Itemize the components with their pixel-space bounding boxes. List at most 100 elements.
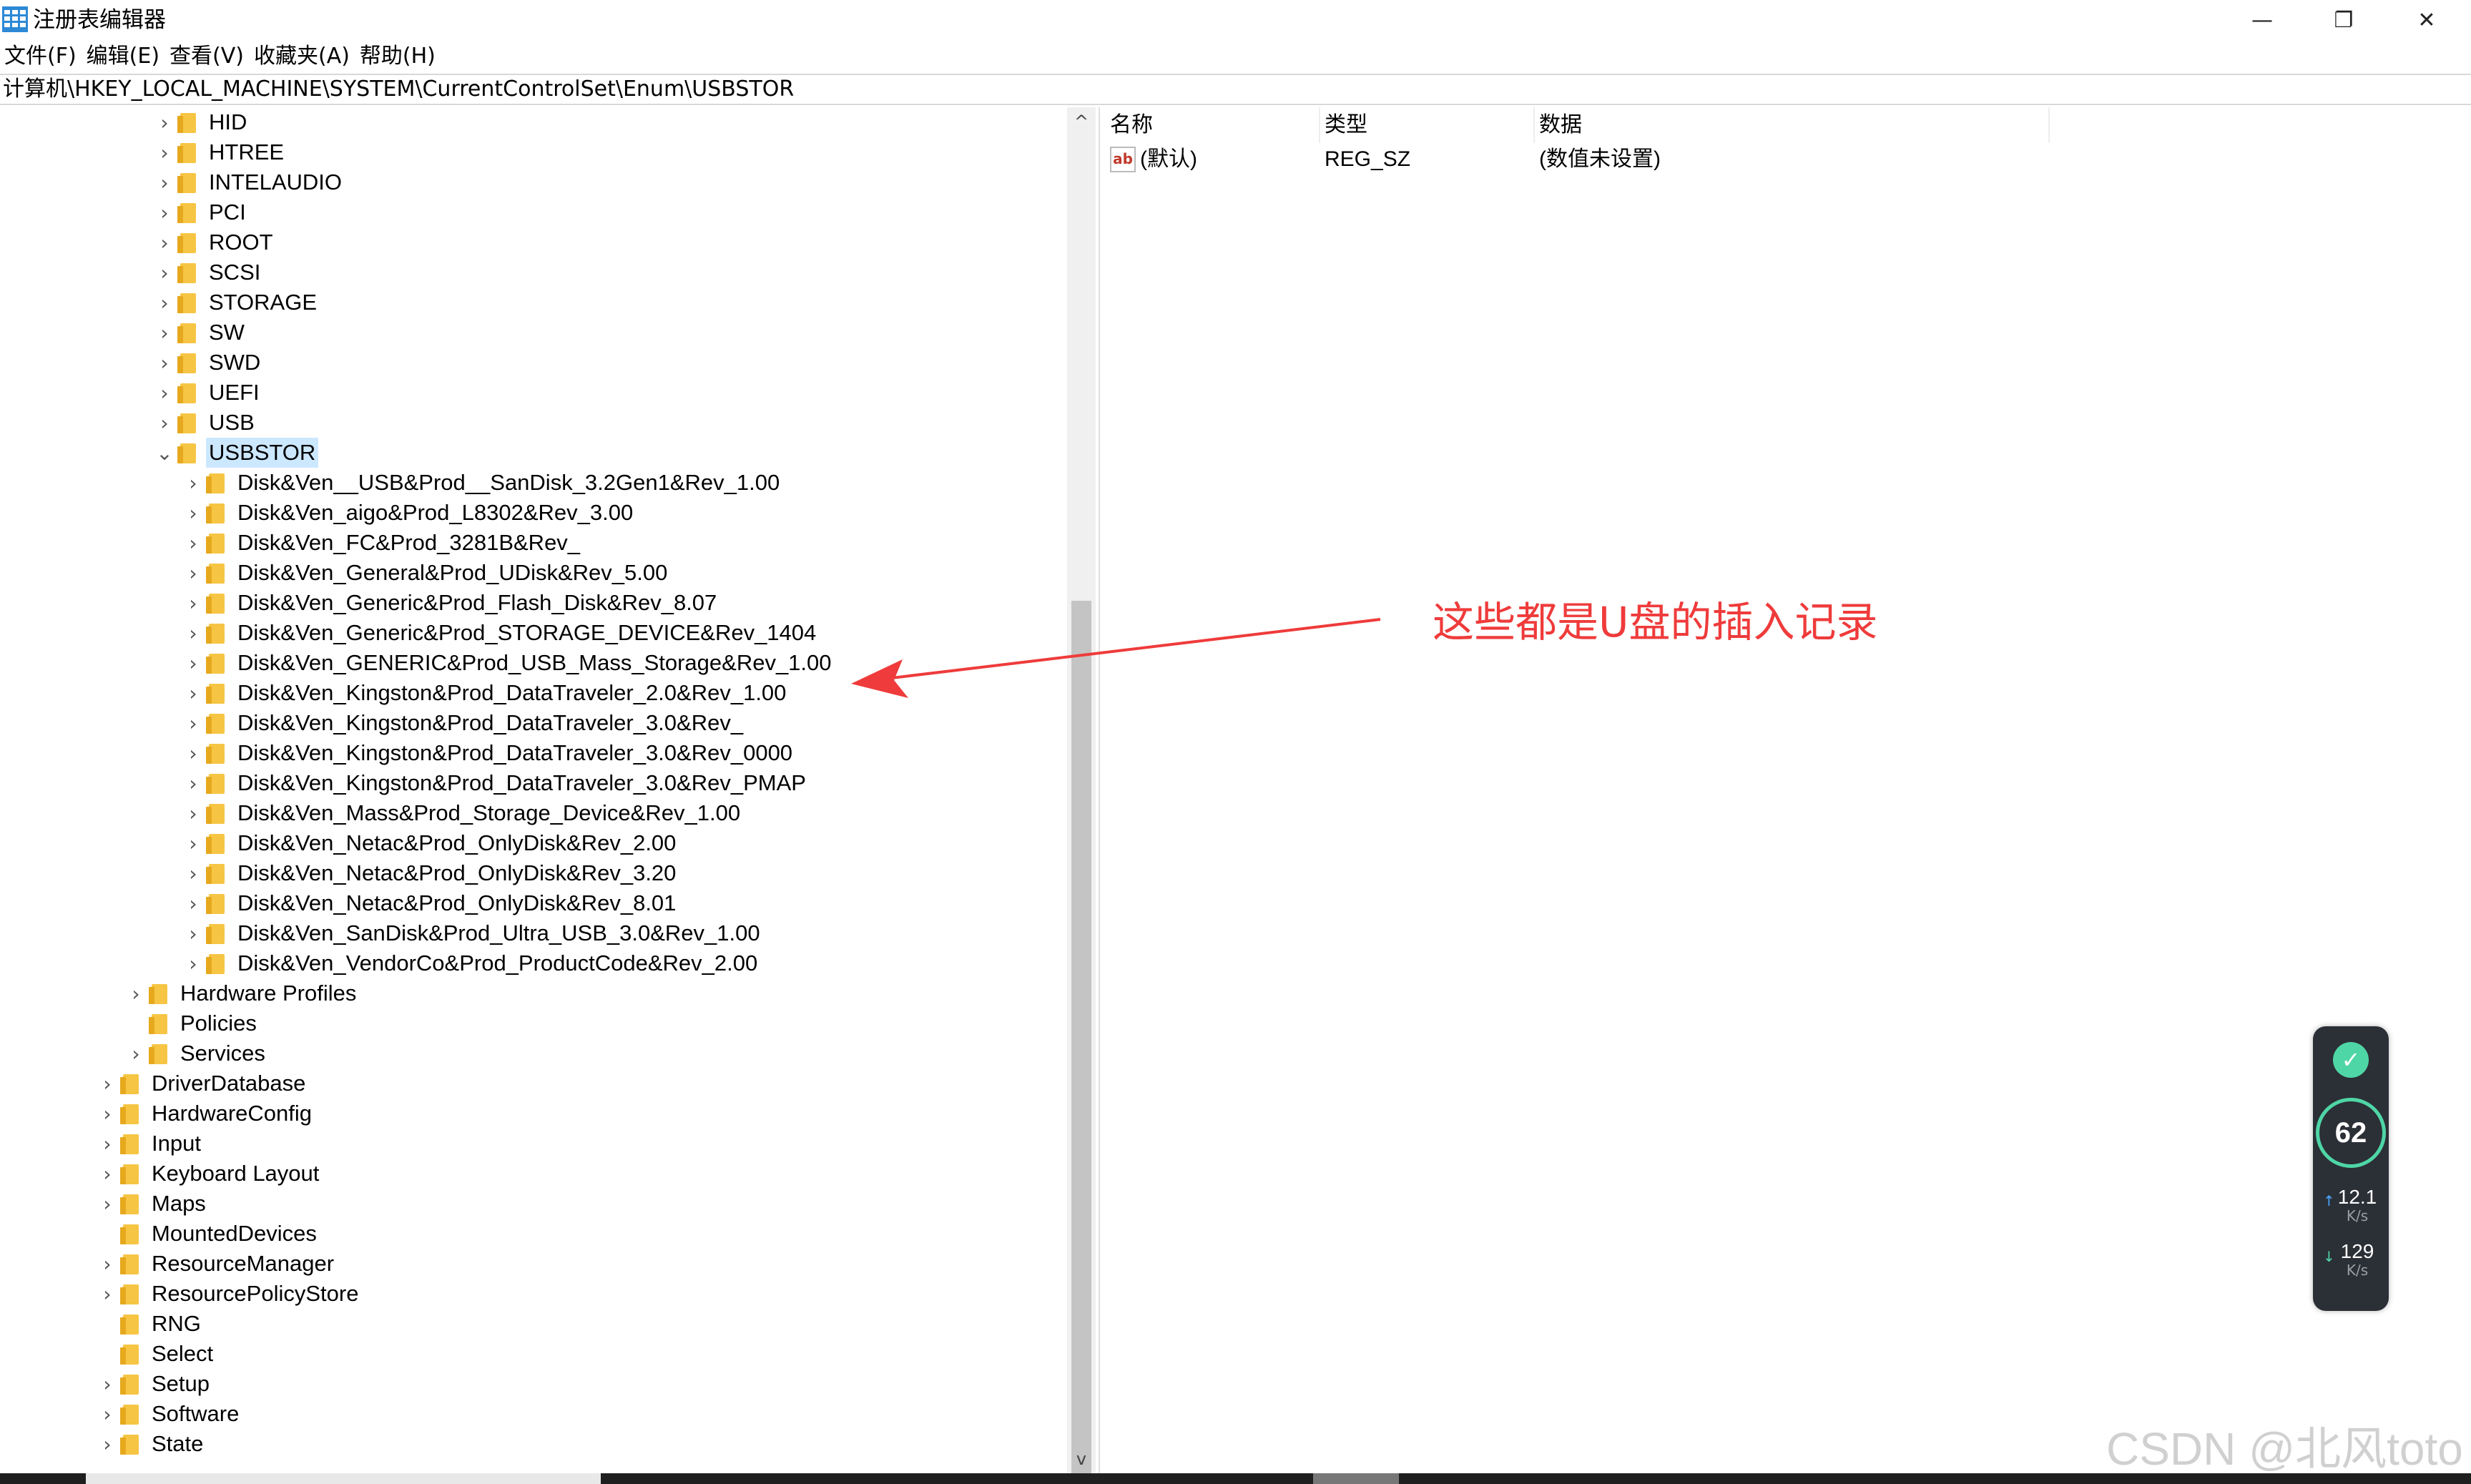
tree-node[interactable]: › SW	[152, 318, 247, 348]
tree-node[interactable]: › Input	[94, 1129, 204, 1159]
expand-chevron-icon[interactable]: ›	[180, 588, 206, 618]
tree-node[interactable]: › Disk&Ven_Kingston&Prod_DataTraveler_3.0…	[180, 768, 809, 798]
expand-chevron-icon[interactable]: ›	[180, 798, 206, 828]
expand-chevron-icon[interactable]: ›	[152, 107, 177, 137]
value-row[interactable]: ab (默认) REG_SZ (数值未设置)	[1106, 143, 1821, 176]
tree-node[interactable]: › Disk&Ven_Mass&Prod_Storage_Device&Rev_1…	[180, 798, 743, 828]
menu-view[interactable]: 查看(V)	[170, 42, 244, 71]
tree-node[interactable]: › Disk&Ven_Kingston&Prod_DataTraveler_3.0…	[180, 738, 795, 768]
expand-chevron-icon[interactable]: ›	[180, 498, 206, 528]
expand-chevron-icon[interactable]: ›	[152, 408, 177, 438]
tree-node[interactable]: › Disk&Ven_aigo&Prod_L8302&Rev_3.00	[180, 498, 636, 528]
tree-node[interactable]: › Disk&Ven_VendorCo&Prod_ProductCode&Rev_…	[180, 948, 760, 978]
tree-node[interactable]: › Disk&Ven_Generic&Prod_STORAGE_DEVICE&Re…	[180, 618, 819, 648]
expand-chevron-icon[interactable]: ›	[152, 288, 177, 318]
tree-node[interactable]: › SWD	[152, 348, 263, 378]
pane-splitter[interactable]	[1099, 107, 1106, 1473]
expand-chevron-icon[interactable]: ›	[180, 828, 206, 858]
menu-help[interactable]: 帮助(H)	[360, 42, 436, 71]
tree-node[interactable]: › ROOT	[152, 227, 276, 257]
expand-chevron-icon[interactable]: ›	[180, 858, 206, 888]
expand-chevron-icon[interactable]: ›	[152, 167, 177, 197]
expand-chevron-icon[interactable]: ›	[180, 468, 206, 498]
expand-chevron-icon[interactable]: ›	[152, 137, 177, 167]
column-header-type[interactable]: 类型	[1320, 107, 1535, 143]
close-button[interactable]: ✕	[2387, 0, 2466, 41]
tree-node[interactable]: › ResourceManager	[94, 1249, 337, 1279]
expand-chevron-icon[interactable]: ›	[152, 318, 177, 348]
tree-node[interactable]: › ResourcePolicyStore	[94, 1279, 361, 1309]
expand-chevron-icon[interactable]: ›	[94, 1279, 120, 1309]
menu-file[interactable]: 文件(F)	[4, 42, 77, 71]
horizontal-scrollbar[interactable]	[0, 1473, 2471, 1484]
menu-edit[interactable]: 编辑(E)	[87, 42, 159, 71]
expand-chevron-icon[interactable]: ›	[94, 1099, 120, 1129]
expand-chevron-icon[interactable]: ›	[123, 978, 149, 1008]
minimize-button[interactable]: —	[2223, 0, 2301, 41]
horizontal-scroll-thumb[interactable]	[86, 1473, 601, 1484]
expand-chevron-icon[interactable]: ›	[180, 528, 206, 558]
expand-chevron-icon[interactable]: ›	[94, 1068, 120, 1099]
tree-node[interactable]: Policies	[123, 1008, 260, 1038]
tree-node[interactable]: › USB	[152, 408, 257, 438]
tree-node[interactable]: › Disk&Ven_Kingston&Prod_DataTraveler_2.0…	[180, 678, 789, 708]
expand-chevron-icon[interactable]: ›	[94, 1399, 120, 1429]
collapse-chevron-icon[interactable]: ⌄	[152, 438, 177, 468]
tree-node[interactable]: › HTREE	[152, 137, 287, 167]
tree-node[interactable]: › Disk&Ven_General&Prod_UDisk&Rev_5.00	[180, 558, 670, 588]
expand-chevron-icon[interactable]: ›	[180, 918, 206, 948]
tree-node[interactable]: › DriverDatabase	[94, 1068, 308, 1099]
expand-chevron-icon[interactable]: ›	[123, 1038, 149, 1068]
tree-node[interactable]: › STORAGE	[152, 288, 320, 318]
tree-node[interactable]: › SCSI	[152, 257, 263, 288]
tree-node[interactable]: ⌄ USBSTOR	[152, 438, 319, 468]
expand-chevron-icon[interactable]: ›	[94, 1429, 120, 1459]
tree-node[interactable]: › Hardware Profiles	[123, 978, 359, 1008]
expand-chevron-icon[interactable]: ›	[94, 1249, 120, 1279]
expand-chevron-icon[interactable]: ›	[152, 348, 177, 378]
tree-node[interactable]: › UEFI	[152, 378, 262, 408]
tree-scrollbar[interactable]: ^ v	[1067, 107, 1096, 1480]
tree-node[interactable]: › INTELAUDIO	[152, 167, 345, 197]
tree-node[interactable]: › Disk&Ven_Generic&Prod_Flash_Disk&Rev_8.…	[180, 588, 719, 618]
menu-favorites[interactable]: 收藏夹(A)	[254, 42, 350, 71]
tree-node[interactable]: Select	[94, 1339, 216, 1369]
expand-chevron-icon[interactable]: ›	[180, 948, 206, 978]
expand-chevron-icon[interactable]: ›	[180, 888, 206, 918]
tree-node[interactable]: › HardwareConfig	[94, 1099, 315, 1129]
tree-node[interactable]: › Disk&Ven_Netac&Prod_OnlyDisk&Rev_2.00	[180, 828, 679, 858]
tree-node[interactable]: › HID	[152, 107, 250, 137]
tree-node[interactable]: › PCI	[152, 197, 249, 227]
network-speed-widget[interactable]: ✓ 62 ↑ 12.1 K/s ↓ 129 K/s	[2313, 1026, 2389, 1311]
tree-node[interactable]: RNG	[94, 1309, 204, 1339]
tree-node[interactable]: › Disk&Ven__USB&Prod__SanDisk_3.2Gen1&Rev…	[180, 468, 782, 498]
tree-node[interactable]: › Services	[123, 1038, 268, 1068]
tree-node[interactable]: › Disk&Ven_Netac&Prod_OnlyDisk&Rev_3.20	[180, 858, 679, 888]
expand-chevron-icon[interactable]: ›	[180, 768, 206, 798]
expand-chevron-icon[interactable]: ›	[94, 1189, 120, 1219]
expand-chevron-icon[interactable]: ›	[94, 1369, 120, 1399]
expand-chevron-icon[interactable]: ›	[94, 1159, 120, 1189]
scroll-down-icon[interactable]: v	[1067, 1445, 1096, 1473]
expand-chevron-icon[interactable]: ›	[180, 618, 206, 648]
restore-button[interactable]: ❐	[2304, 0, 2383, 41]
expand-chevron-icon[interactable]: ›	[152, 227, 177, 257]
tree-node[interactable]: › Keyboard Layout	[94, 1159, 322, 1189]
scroll-up-icon[interactable]: ^	[1067, 107, 1096, 136]
expand-chevron-icon[interactable]: ›	[180, 738, 206, 768]
expand-chevron-icon[interactable]: ›	[180, 648, 206, 678]
column-header-data[interactable]: 数据	[1535, 107, 2050, 143]
tree-node[interactable]: › Software	[94, 1399, 242, 1429]
tree-node[interactable]: › Maps	[94, 1189, 209, 1219]
tree-node[interactable]: › Disk&Ven_Netac&Prod_OnlyDisk&Rev_8.01	[180, 888, 679, 918]
expand-chevron-icon[interactable]: ›	[152, 257, 177, 288]
tree-node[interactable]: › Setup	[94, 1369, 212, 1399]
expand-chevron-icon[interactable]: ›	[180, 558, 206, 588]
expand-chevron-icon[interactable]: ›	[152, 378, 177, 408]
tree-node[interactable]: › Disk&Ven_SanDisk&Prod_Ultra_USB_3.0&Rev…	[180, 918, 763, 948]
tree-node[interactable]: › State	[94, 1429, 206, 1459]
expand-chevron-icon[interactable]: ›	[152, 197, 177, 227]
expand-chevron-icon[interactable]: ›	[180, 708, 206, 738]
tree-node[interactable]: MountedDevices	[94, 1219, 320, 1249]
tree-node[interactable]: › Disk&Ven_Kingston&Prod_DataTraveler_3.0…	[180, 708, 746, 738]
